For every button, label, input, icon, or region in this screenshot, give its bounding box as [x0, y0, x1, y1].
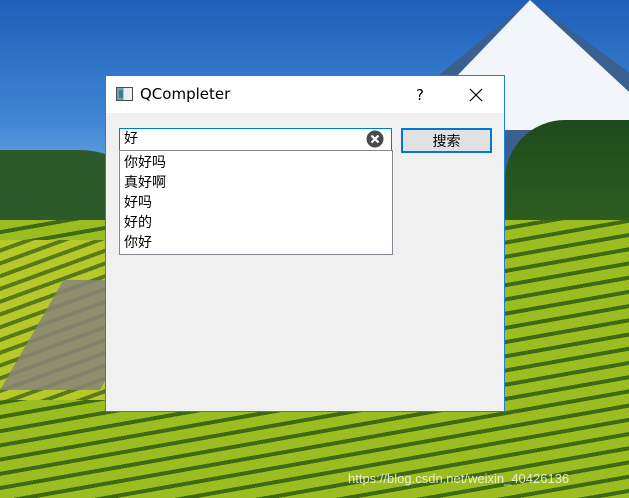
title-bar[interactable]: QCompleter ? — [106, 76, 504, 113]
close-button[interactable] — [456, 76, 496, 113]
watermark-text: https://blog.csdn.net/weixin_40426136 — [348, 471, 570, 486]
qcompleter-window: QCompleter ? 好 搜索 你好吗 真好啊 好吗 好的 你好 — [105, 75, 505, 412]
desktop-background: https://blog.csdn.net/weixin_40426136 QC… — [0, 0, 629, 498]
search-button[interactable]: 搜索 — [401, 128, 492, 153]
completer-item[interactable]: 你好 — [120, 233, 392, 253]
completer-popup: 你好吗 真好啊 好吗 好的 你好 — [119, 150, 393, 255]
wallpaper-forest — [505, 120, 629, 230]
clear-circle-icon[interactable] — [366, 130, 384, 148]
completer-item[interactable]: 真好啊 — [120, 173, 392, 193]
window-title: QCompleter — [140, 85, 231, 103]
completer-item[interactable]: 你好吗 — [120, 153, 392, 173]
search-input[interactable]: 好 — [119, 128, 392, 151]
help-button[interactable]: ? — [402, 76, 438, 113]
app-window-icon — [116, 87, 133, 101]
completer-item[interactable]: 好的 — [120, 213, 392, 233]
completer-item[interactable]: 好吗 — [120, 193, 392, 213]
close-icon — [469, 88, 483, 101]
